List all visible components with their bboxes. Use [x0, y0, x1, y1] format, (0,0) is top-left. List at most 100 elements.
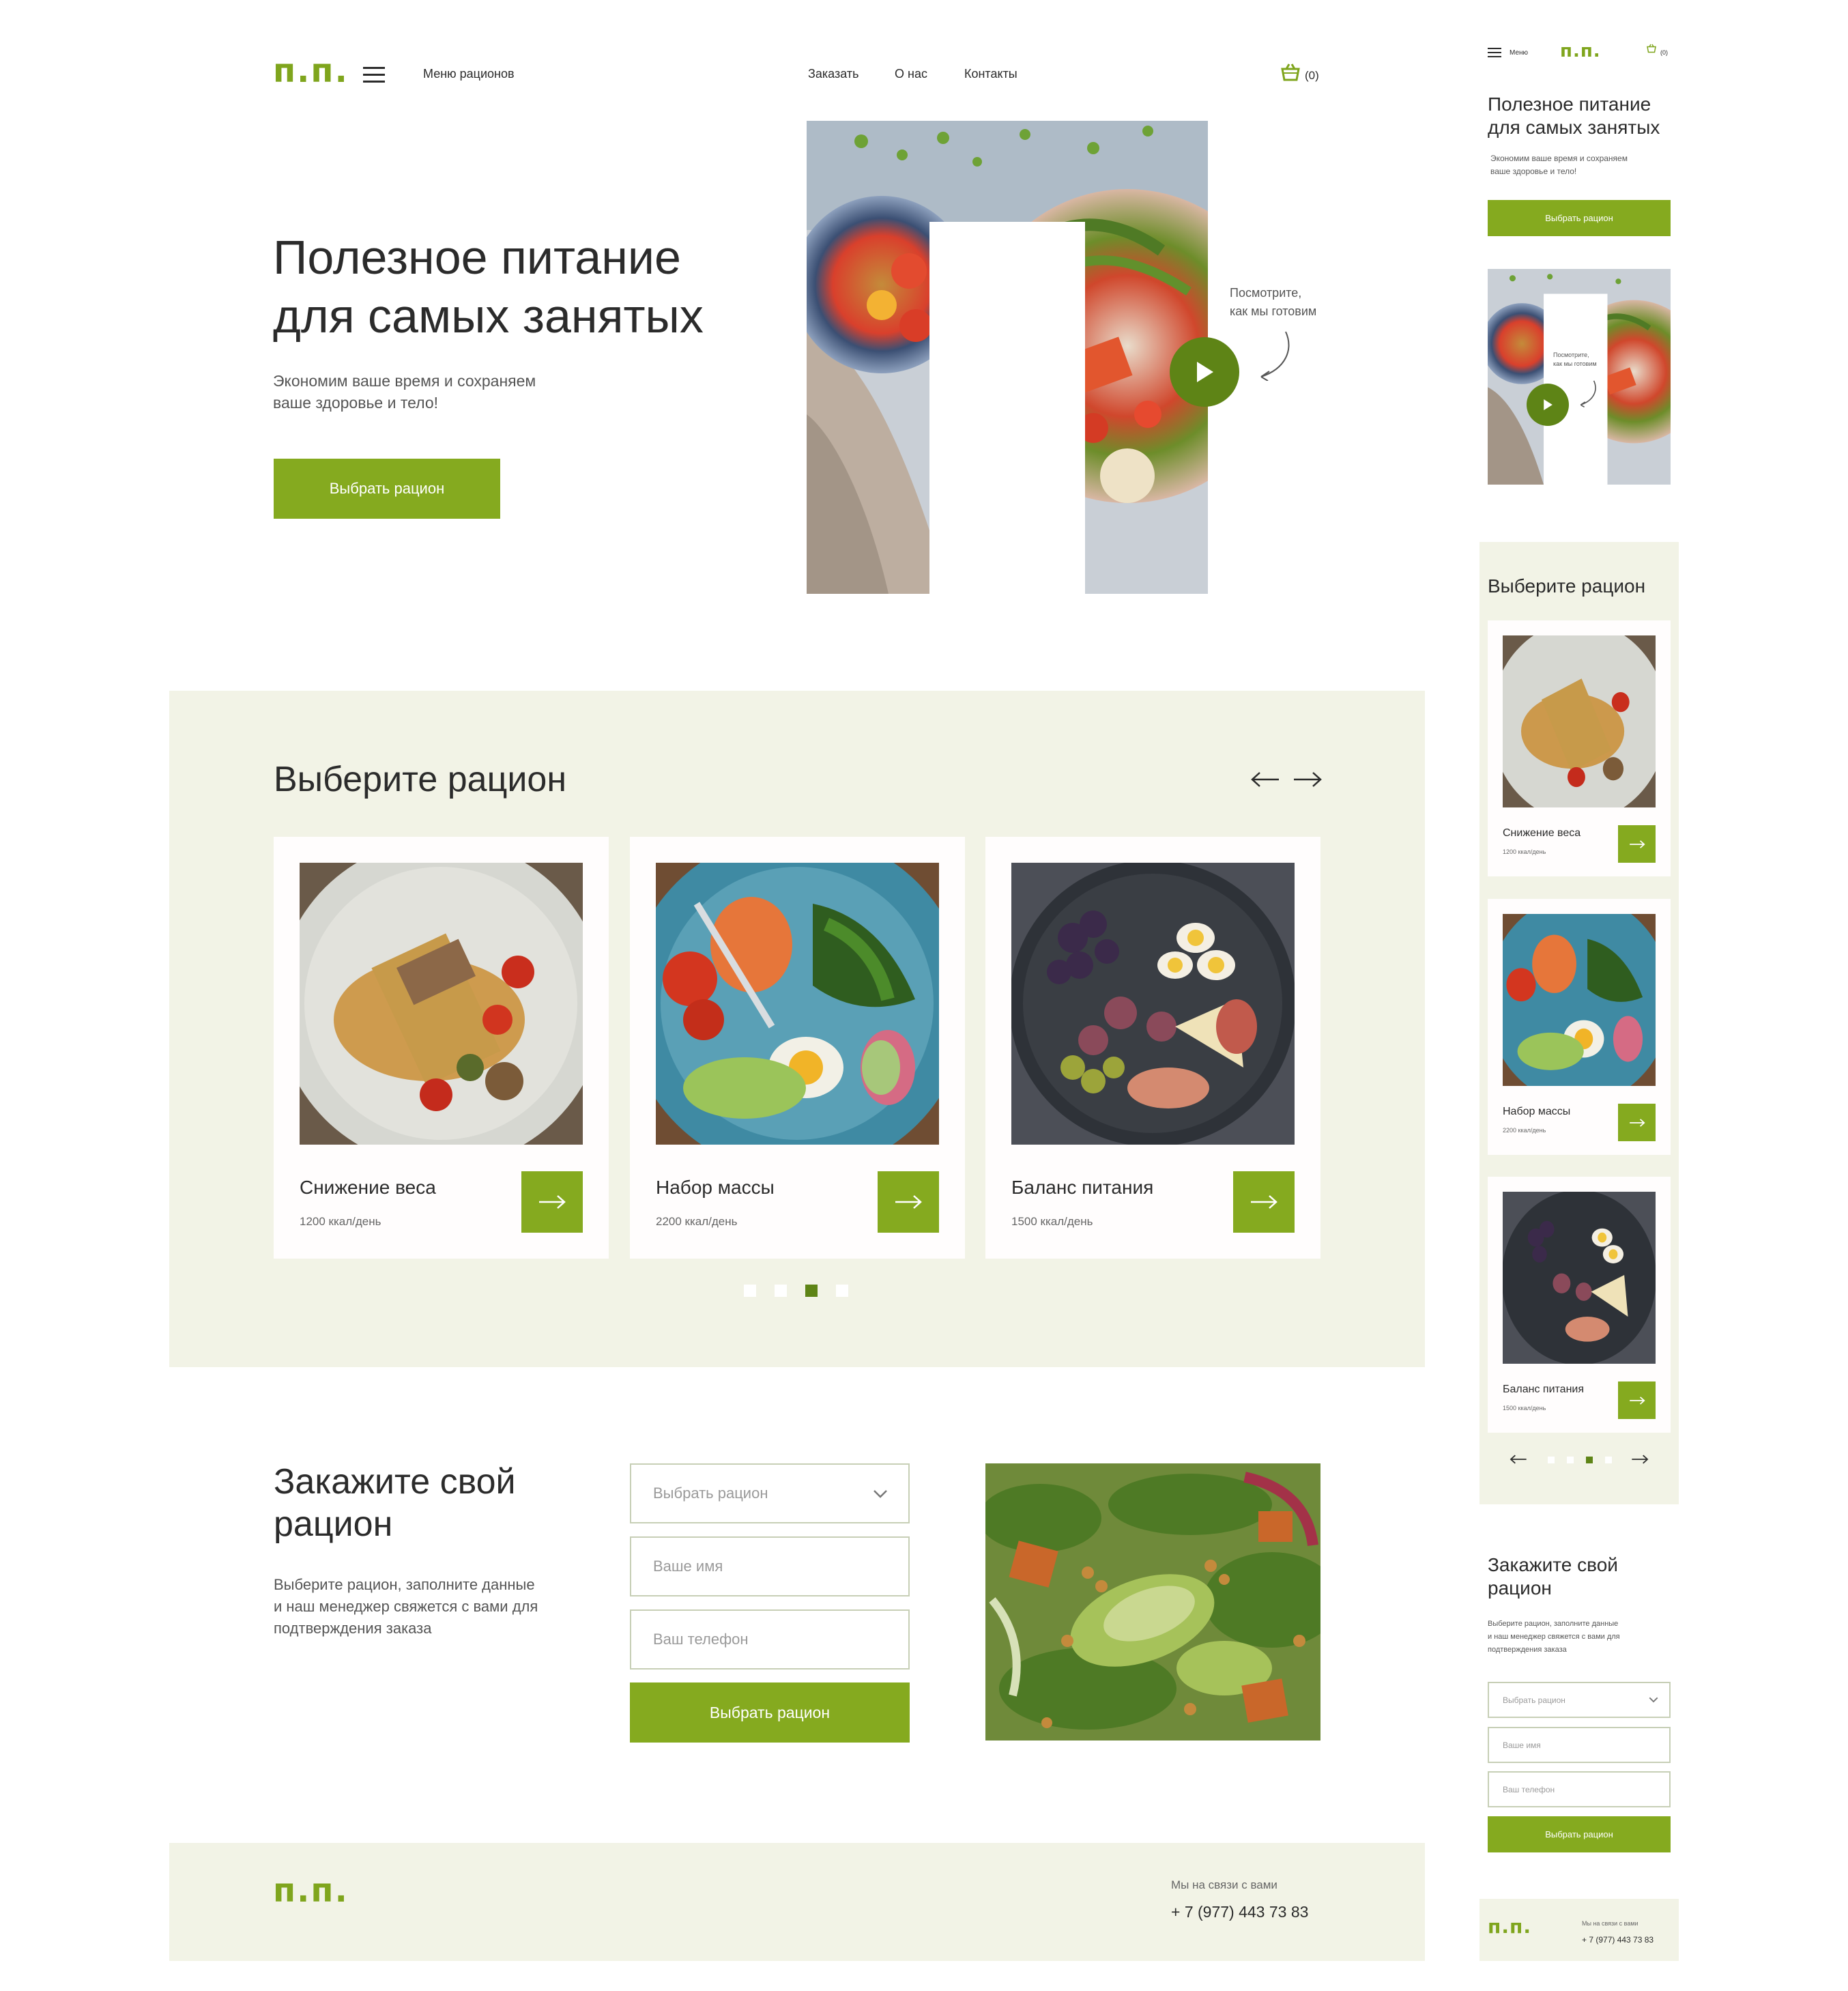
hero-cta-button[interactable]: Выбрать рацион [274, 459, 500, 519]
diet-card[interactable]: Баланс питания 1500 ккал/день [985, 837, 1320, 1259]
logo[interactable]: п.п. [273, 52, 349, 90]
mobile-order-desc-line1: Выберите рацион, заполните данные [1488, 1620, 1619, 1628]
diet-card-title: Снижение веса [300, 1177, 436, 1198]
mobile-diet-card-kcal: 1500 ккал/день [1503, 1405, 1546, 1412]
mobile-logo[interactable]: п.п. [1560, 41, 1601, 61]
mobile-diet-card-title: Баланс питания [1503, 1384, 1584, 1395]
arrow-right-icon [1251, 1195, 1277, 1209]
mobile-diet-card[interactable]: Набор массы 2200 ккал/день [1488, 899, 1671, 1155]
arrow-right-icon [1629, 1396, 1645, 1405]
video-caption: Посмотрите, как мы готовим [1230, 284, 1316, 321]
footer [169, 1843, 1425, 1961]
mobile-slider-dot[interactable] [1548, 1457, 1555, 1463]
footer-contact-label: Мы на связи с вами [1171, 1878, 1277, 1891]
mobile-diet-card[interactable]: Снижение веса 1200 ккал/день [1488, 620, 1671, 876]
mobile-cart-icon[interactable] [1646, 44, 1657, 53]
slider-dot-active[interactable] [805, 1285, 818, 1297]
diet-select[interactable]: Выбрать рацион [630, 1463, 910, 1523]
order-title-line1: Закажите свой [274, 1462, 516, 1502]
order-description: Выберите рацион, заполните данные и наш … [274, 1574, 538, 1639]
slider-next-icon[interactable] [1293, 771, 1323, 788]
mobile-play-button[interactable] [1527, 384, 1569, 426]
menu-link[interactable]: Меню рационов [423, 67, 515, 81]
cart-count[interactable]: (0) [1305, 69, 1319, 83]
hero-subtitle: Экономим ваше время и сохраняем ваше здо… [273, 370, 536, 414]
chevron-down-icon [874, 1490, 887, 1498]
mobile-diet-card-arrow-button[interactable] [1618, 825, 1656, 863]
mobile-cart-count[interactable]: (0) [1660, 49, 1668, 56]
mobile-chevron-down-icon [1649, 1697, 1658, 1703]
mobile-hero-subtitle: Экономим ваше время и сохраняем ваше здо… [1490, 152, 1628, 178]
diet-card-title: Набор массы [656, 1177, 775, 1198]
footer-logo[interactable]: п.п. [273, 1872, 349, 1910]
diet-card-kcal: 1200 ккал/день [300, 1215, 381, 1228]
mobile-diet-card-arrow-button[interactable] [1618, 1104, 1656, 1141]
mobile-play-icon [1544, 399, 1553, 410]
diet-select-placeholder: Выбрать рацион [653, 1485, 768, 1502]
mobile-name-field[interactable]: Ваше имя [1488, 1727, 1671, 1763]
mobile-diet-select[interactable]: Выбрать рацион [1488, 1682, 1671, 1718]
name-field[interactable]: Ваше имя [630, 1536, 910, 1596]
mobile-menu-icon[interactable] [1488, 48, 1501, 57]
mobile-name-placeholder: Ваше имя [1503, 1740, 1541, 1750]
hero-subtitle-line2: ваше здоровье и тело! [273, 394, 439, 412]
mobile-diet-card[interactable]: Баланс питания 1500 ккал/день [1488, 1177, 1671, 1433]
phone-field[interactable]: Ваш телефон [630, 1609, 910, 1670]
diet-card-arrow-button[interactable] [1233, 1171, 1295, 1233]
mobile-footer-phone[interactable]: + 7 (977) 443 73 83 [1582, 1935, 1654, 1945]
mobile-slider-dot[interactable] [1567, 1457, 1574, 1463]
mobile-diet-image-balance [1503, 1192, 1656, 1364]
diet-card[interactable]: Набор массы 2200 ккал/день [630, 837, 965, 1259]
order-title: Закажите свой рацион [274, 1461, 516, 1545]
arrow-right-icon [895, 1195, 922, 1209]
nav-about[interactable]: О нас [895, 67, 927, 81]
mobile-menu-label[interactable]: Меню [1510, 49, 1528, 57]
mobile-footer-contact-label: Мы на связи с вами [1582, 1920, 1638, 1927]
mobile-diet-card-title: Снижение веса [1503, 827, 1581, 839]
mobile-diet-card-kcal: 2200 ккал/день [1503, 1127, 1546, 1134]
hero-title-line1: Полезное питание [273, 231, 681, 284]
mobile-hero-cta-button[interactable]: Выбрать рацион [1488, 200, 1671, 236]
mobile-diet-select-placeholder: Выбрать рацион [1503, 1695, 1565, 1705]
cart-icon[interactable] [1280, 63, 1301, 82]
mobile-diets-title: Выберите рацион [1488, 575, 1646, 597]
mobile-slider-dot-active[interactable] [1586, 1457, 1593, 1463]
mobile-footer-logo[interactable]: п.п. [1488, 1915, 1531, 1938]
mobile-slider-dot[interactable] [1605, 1457, 1612, 1463]
mobile-hero-title: Полезное питание для самых занятых [1488, 93, 1660, 139]
slider-dot[interactable] [836, 1285, 848, 1297]
arrow-right-icon [539, 1195, 566, 1209]
order-title-line2: рацион [274, 1504, 393, 1544]
nav-contacts[interactable]: Контакты [964, 67, 1017, 81]
mobile-slider-prev-icon[interactable] [1510, 1455, 1527, 1464]
mobile-order-submit-button[interactable]: Выбрать рацион [1488, 1816, 1671, 1852]
order-salad-image [985, 1463, 1320, 1741]
order-desc-line1: Выберите рацион, заполните данные [274, 1576, 535, 1593]
mobile-diet-card-title: Набор массы [1503, 1106, 1571, 1117]
diet-card-kcal: 1500 ккал/день [1011, 1215, 1093, 1228]
nav-order[interactable]: Заказать [808, 67, 858, 81]
mobile-phone-field[interactable]: Ваш телефон [1488, 1771, 1671, 1807]
diet-card-title: Баланс питания [1011, 1177, 1154, 1198]
mobile-phone-placeholder: Ваш телефон [1503, 1784, 1555, 1794]
play-button[interactable] [1170, 337, 1239, 407]
menu-icon[interactable] [363, 67, 385, 83]
diet-card[interactable]: Снижение веса 1200 ккал/день [274, 837, 609, 1259]
mobile-slider-next-icon[interactable] [1631, 1455, 1649, 1464]
mobile-diet-card-arrow-button[interactable] [1618, 1381, 1656, 1419]
order-desc-line2: и наш менеджер свяжется с вами для [274, 1598, 538, 1615]
mobile-hero-title-line2: для самых занятых [1488, 117, 1660, 138]
diet-card-arrow-button[interactable] [521, 1171, 583, 1233]
diet-card-kcal: 2200 ккал/день [656, 1215, 738, 1228]
hero-title: Полезное питание для самых занятых [273, 228, 704, 345]
diet-card-arrow-button[interactable] [878, 1171, 939, 1233]
slider-prev-icon[interactable] [1250, 771, 1280, 788]
footer-phone[interactable]: + 7 (977) 443 73 83 [1171, 1903, 1308, 1921]
slider-dot[interactable] [775, 1285, 787, 1297]
name-placeholder: Ваше имя [653, 1558, 723, 1575]
mobile-order-description: Выберите рацион, заполните данные и наш … [1488, 1618, 1620, 1657]
slider-dot[interactable] [744, 1285, 756, 1297]
mobile-order-title-line1: Закажите свой [1488, 1554, 1618, 1575]
order-submit-button[interactable]: Выбрать рацион [630, 1682, 910, 1743]
mobile-diet-image-mass-gain [1503, 914, 1656, 1086]
